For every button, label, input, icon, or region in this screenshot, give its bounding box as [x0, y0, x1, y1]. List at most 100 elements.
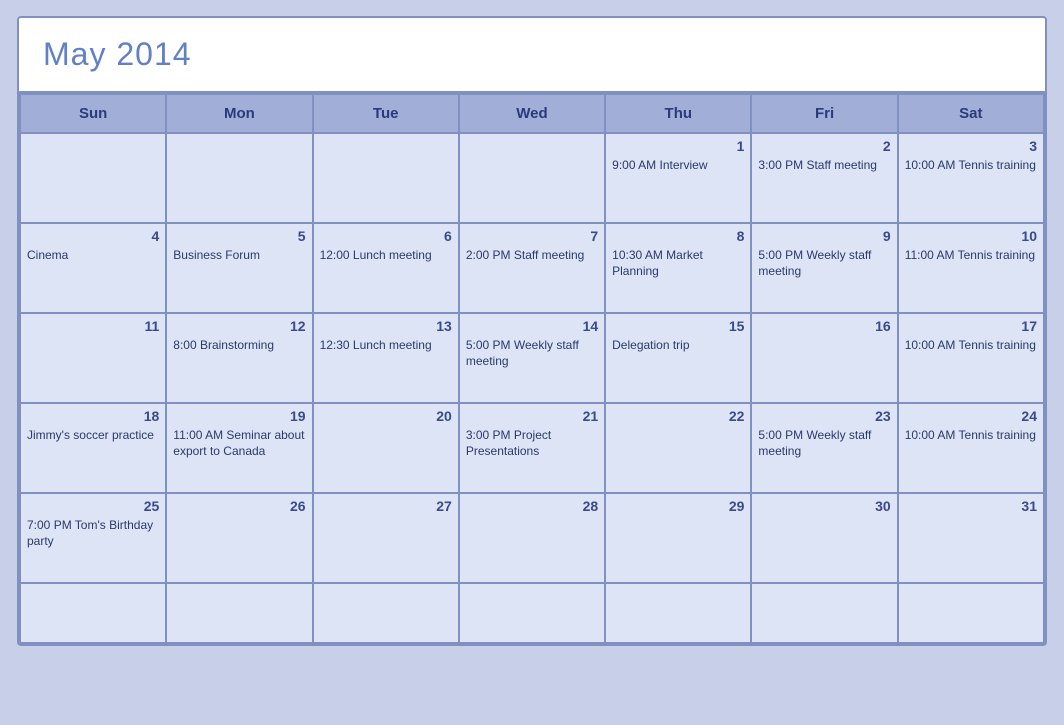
- day-event: 8:00 Brainstorming: [173, 338, 305, 354]
- day-number: 20: [320, 408, 452, 424]
- day-number: 5: [173, 228, 305, 244]
- day-header-mon: Mon: [167, 95, 313, 134]
- day-cell[interactable]: 24 10:00 AM Tennis training: [899, 404, 1045, 494]
- day-event: 12:00 Lunch meeting: [320, 248, 452, 264]
- day-number: 7: [466, 228, 598, 244]
- day-cell[interactable]: 13 12:30 Lunch meeting: [314, 314, 460, 404]
- day-cell: [167, 584, 313, 644]
- day-event: 3:00 PM Project Presentations: [466, 428, 598, 459]
- day-cell[interactable]: 20: [314, 404, 460, 494]
- day-cell[interactable]: 4 Cinema: [21, 224, 167, 314]
- day-cell[interactable]: 5 Business Forum: [167, 224, 313, 314]
- day-cell[interactable]: 7 2:00 PM Staff meeting: [460, 224, 606, 314]
- day-number: 1: [612, 138, 744, 154]
- day-number: 6: [320, 228, 452, 244]
- day-number: 18: [27, 408, 159, 424]
- day-number: 13: [320, 318, 452, 334]
- day-event: 5:00 PM Weekly staff meeting: [758, 428, 890, 459]
- day-cell: [460, 134, 606, 224]
- day-event: 5:00 PM Weekly staff meeting: [466, 338, 598, 369]
- day-cell[interactable]: 9 5:00 PM Weekly staff meeting: [752, 224, 898, 314]
- day-number: 4: [27, 228, 159, 244]
- day-cell: [899, 584, 1045, 644]
- day-cell[interactable]: 19 11:00 AM Seminar about export to Canad…: [167, 404, 313, 494]
- day-cell: [314, 134, 460, 224]
- day-event: 10:30 AM Market Planning: [612, 248, 744, 279]
- day-cell[interactable]: 6 12:00 Lunch meeting: [314, 224, 460, 314]
- day-cell[interactable]: 21 3:00 PM Project Presentations: [460, 404, 606, 494]
- day-event: 3:00 PM Staff meeting: [758, 158, 890, 174]
- day-event: 5:00 PM Weekly staff meeting: [758, 248, 890, 279]
- day-event: 7:00 PM Tom's Birthday party: [27, 518, 159, 549]
- calendar: May 2014 SunMonTueWedThuFriSat19:00 AM I…: [17, 16, 1047, 646]
- day-cell[interactable]: 28: [460, 494, 606, 584]
- day-event: 9:00 AM Interview: [612, 158, 744, 174]
- day-number: 14: [466, 318, 598, 334]
- day-cell[interactable]: 2 3:00 PM Staff meeting: [752, 134, 898, 224]
- calendar-title: May 2014: [19, 18, 1045, 93]
- day-cell: [460, 584, 606, 644]
- day-number: 24: [905, 408, 1037, 424]
- day-number: 31: [905, 498, 1037, 514]
- day-cell[interactable]: 11: [21, 314, 167, 404]
- day-number: 17: [905, 318, 1037, 334]
- day-cell[interactable]: 1011:00 AM Tennis training: [899, 224, 1045, 314]
- day-number: 11: [27, 318, 159, 334]
- day-number: 28: [466, 498, 598, 514]
- day-event: Cinema: [27, 248, 159, 264]
- day-number: 19: [173, 408, 305, 424]
- day-event: Jimmy's soccer practice: [27, 428, 159, 444]
- day-number: 8: [612, 228, 744, 244]
- day-number: 16: [758, 318, 890, 334]
- day-cell[interactable]: 16: [752, 314, 898, 404]
- day-number: 22: [612, 408, 744, 424]
- day-event: 10:00 AM Tennis training: [905, 428, 1037, 444]
- day-cell: [606, 584, 752, 644]
- day-number: 12: [173, 318, 305, 334]
- day-cell: [752, 584, 898, 644]
- day-number: 21: [466, 408, 598, 424]
- day-cell[interactable]: 29: [606, 494, 752, 584]
- day-number: 15: [612, 318, 744, 334]
- day-event: Business Forum: [173, 248, 305, 264]
- day-header-tue: Tue: [314, 95, 460, 134]
- day-number: 30: [758, 498, 890, 514]
- day-cell[interactable]: 23 5:00 PM Weekly staff meeting: [752, 404, 898, 494]
- day-number: 27: [320, 498, 452, 514]
- day-cell: [21, 134, 167, 224]
- day-event: Delegation trip: [612, 338, 744, 354]
- day-cell[interactable]: 31: [899, 494, 1045, 584]
- day-cell[interactable]: 25 7:00 PM Tom's Birthday party: [21, 494, 167, 584]
- day-cell[interactable]: 27: [314, 494, 460, 584]
- day-header-sun: Sun: [21, 95, 167, 134]
- day-header-fri: Fri: [752, 95, 898, 134]
- calendar-grid: SunMonTueWedThuFriSat19:00 AM Interview2…: [19, 93, 1045, 644]
- day-cell[interactable]: 30: [752, 494, 898, 584]
- day-number: 9: [758, 228, 890, 244]
- day-cell[interactable]: 18 Jimmy's soccer practice: [21, 404, 167, 494]
- day-event: 2:00 PM Staff meeting: [466, 248, 598, 264]
- day-cell[interactable]: 3 10:00 AM Tennis training: [899, 134, 1045, 224]
- day-number: 2: [758, 138, 890, 154]
- day-cell[interactable]: 12 8:00 Brainstorming: [167, 314, 313, 404]
- day-header-sat: Sat: [899, 95, 1045, 134]
- day-event: 11:00 AM Seminar about export to Canada: [173, 428, 305, 459]
- day-cell[interactable]: 15 Delegation trip: [606, 314, 752, 404]
- day-cell[interactable]: 8 10:30 AM Market Planning: [606, 224, 752, 314]
- day-cell[interactable]: 17 10:00 AM Tennis training: [899, 314, 1045, 404]
- day-number: 3: [905, 138, 1037, 154]
- day-number: 25: [27, 498, 159, 514]
- day-number: 26: [173, 498, 305, 514]
- day-event: 10:00 AM Tennis training: [905, 338, 1037, 354]
- day-number: 29: [612, 498, 744, 514]
- day-header-wed: Wed: [460, 95, 606, 134]
- day-cell[interactable]: 1 9:00 AM Interview: [606, 134, 752, 224]
- day-number: 10: [905, 228, 1037, 244]
- day-cell[interactable]: 22: [606, 404, 752, 494]
- day-cell[interactable]: 26: [167, 494, 313, 584]
- day-number: 23: [758, 408, 890, 424]
- day-event: 10:00 AM Tennis training: [905, 158, 1037, 174]
- day-event: 12:30 Lunch meeting: [320, 338, 452, 354]
- day-cell[interactable]: 14 5:00 PM Weekly staff meeting: [460, 314, 606, 404]
- day-cell: [314, 584, 460, 644]
